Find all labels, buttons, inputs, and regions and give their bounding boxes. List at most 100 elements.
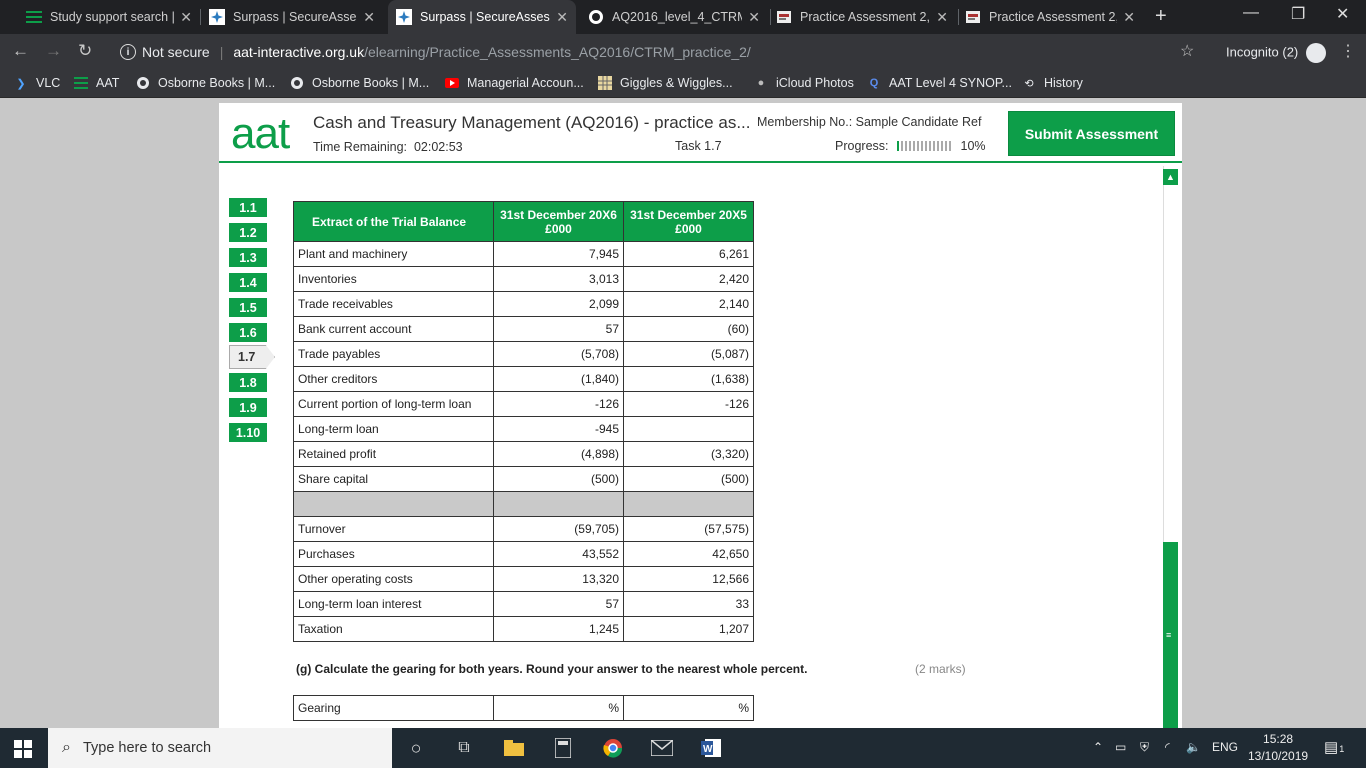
window-close-icon[interactable]: ✕ — [1336, 4, 1349, 24]
close-icon[interactable]: ✕ — [556, 9, 568, 26]
globe-icon — [588, 9, 604, 25]
mail-icon[interactable] — [650, 736, 674, 760]
question-nav-1-4[interactable]: 1.4 — [229, 273, 267, 292]
volume-icon[interactable]: 🔈 — [1186, 740, 1201, 754]
scroll-up-arrow-icon[interactable]: ▲ — [1163, 169, 1178, 185]
row-label: Purchases — [293, 541, 494, 567]
value-20x6: (5,708) — [493, 341, 624, 367]
tray-chevron-icon[interactable]: ⌃ — [1093, 740, 1103, 754]
row-label: Other creditors — [293, 366, 494, 392]
row-label — [293, 491, 494, 517]
menu-kebab-icon[interactable]: ⋮ — [1340, 41, 1356, 61]
table-row: Purchases 43,552 42,650 — [293, 541, 754, 567]
gearing-input-20x5[interactable]: % — [623, 695, 754, 721]
question-nav-1-9[interactable]: 1.9 — [229, 398, 267, 417]
incognito-indicator[interactable]: Incognito (2) — [1226, 43, 1326, 63]
battery-icon[interactable]: ▭ — [1115, 740, 1126, 754]
bookmark-star-icon[interactable]: ☆ — [1180, 41, 1194, 61]
taskbar-search-box[interactable]: ⌕ Type here to search — [48, 728, 392, 768]
question-nav-1-8[interactable]: 1.8 — [229, 373, 267, 392]
close-icon[interactable]: ✕ — [1123, 9, 1135, 26]
cortana-icon[interactable]: ○ — [404, 736, 428, 760]
value-20x5: 6,261 — [623, 241, 754, 267]
bookmarks-bar: ❯ VLC AAT Osborne Books | M... Osborne Bo… — [0, 70, 1366, 98]
bookmark-aat[interactable]: AAT — [74, 76, 119, 90]
value-20x5: 1,207 — [623, 616, 754, 642]
task-view-icon[interactable]: ⧉ — [452, 736, 476, 760]
grid-icon — [598, 76, 612, 90]
row-label: Share capital — [293, 466, 494, 492]
windows-start-icon[interactable] — [14, 740, 32, 763]
value-20x5: 12,566 — [623, 566, 754, 592]
address-bar[interactable]: i Not secure | aat-interactive.org.uk /e… — [108, 38, 1208, 66]
security-warning-icon[interactable]: ⛨ — [1140, 740, 1149, 755]
word-icon[interactable]: W — [699, 736, 723, 760]
gearing-input-20x6[interactable]: % — [493, 695, 624, 721]
assessment-page: aat Cash and Treasury Management (AQ2016… — [219, 103, 1182, 728]
close-icon[interactable]: ✕ — [936, 9, 948, 26]
row-label: Current portion of long-term loan — [293, 391, 494, 417]
table-row: Retained profit (4,898) (3,320) — [293, 441, 754, 467]
gearing-answer-table: Gearing % % — [293, 695, 754, 721]
question-nav-1-7[interactable]: 1.7 — [229, 345, 275, 369]
browser-tab-3-active[interactable]: Surpass | SecureAssess ✕ — [388, 0, 576, 34]
notification-count: 1 — [1339, 744, 1345, 754]
forward-arrow-icon[interactable]: → — [45, 41, 62, 61]
question-nav-1-10[interactable]: 1.10 — [229, 423, 267, 442]
progress-segment — [928, 141, 931, 151]
header-20x6: 31st December 20X6 £000 — [493, 201, 624, 242]
browser-tab-1[interactable]: Study support search | A ✕ — [18, 0, 200, 34]
question-nav-1-3[interactable]: 1.3 — [229, 248, 267, 267]
browser-tab-6[interactable]: Practice Assessment 2, ✕ — [957, 0, 1143, 34]
bookmark-aat-synop[interactable]: Q AAT Level 4 SYNOP... — [867, 76, 1012, 90]
progress-segment — [912, 141, 915, 151]
browser-tab-2[interactable]: Surpass | SecureAssess ✕ — [201, 0, 383, 34]
chrome-icon[interactable] — [601, 736, 625, 760]
close-icon[interactable]: ✕ — [363, 9, 375, 26]
bookmark-history[interactable]: ⟲ History — [1022, 76, 1083, 90]
row-label: Other operating costs — [293, 566, 494, 592]
file-explorer-icon[interactable] — [502, 736, 526, 760]
question-nav-1-2[interactable]: 1.2 — [229, 223, 267, 242]
tab-title: Study support search | A — [50, 10, 175, 24]
incognito-label: Incognito (2) — [1226, 44, 1299, 60]
aat-logo: aat — [231, 109, 290, 158]
bookmark-managerial[interactable]: Managerial Accoun... — [445, 76, 584, 90]
network-icon[interactable]: ◜ — [1165, 740, 1170, 754]
bookmark-vlc[interactable]: ❯ VLC — [14, 76, 60, 90]
table-row: Taxation 1,245 1,207 — [293, 616, 754, 642]
question-nav-1-5[interactable]: 1.5 — [229, 298, 267, 317]
restore-icon[interactable]: ❐ — [1291, 4, 1305, 24]
value-20x5: 33 — [623, 591, 754, 617]
notifications-icon[interactable]: ▤1 — [1324, 738, 1344, 756]
reload-icon[interactable]: ↻ — [78, 41, 92, 61]
bookmark-osborne-1[interactable]: Osborne Books | M... — [136, 76, 275, 90]
language-indicator[interactable]: ENG — [1212, 740, 1238, 754]
info-icon[interactable]: i — [120, 44, 136, 60]
new-tab-plus-icon[interactable]: + — [1155, 5, 1167, 28]
bookmark-icloud[interactable]: ● iCloud Photos — [754, 76, 854, 90]
search-icon: ⌕ — [62, 739, 71, 756]
submit-assessment-button[interactable]: Submit Assessment — [1008, 111, 1175, 156]
timer-value: 02:02:53 — [413, 140, 463, 154]
minimize-icon[interactable]: — — [1243, 4, 1259, 22]
table-row: Trade payables (5,708) (5,087) — [293, 341, 754, 367]
back-arrow-icon[interactable]: ← — [12, 41, 29, 61]
value-20x5: (57,575) — [623, 516, 754, 542]
bookmark-giggles[interactable]: Giggles & Wiggles... — [598, 76, 733, 90]
calculator-icon[interactable] — [551, 736, 575, 760]
browser-tab-5[interactable]: Practice Assessment 2, ✕ — [768, 0, 956, 34]
value-20x5: 2,420 — [623, 266, 754, 292]
bookmark-osborne-2[interactable]: Osborne Books | M... — [290, 76, 429, 90]
progress-segment — [924, 141, 927, 151]
progress-segment — [936, 141, 939, 151]
system-clock[interactable]: 15:28 13/10/2019 — [1248, 731, 1308, 765]
question-nav-1-6[interactable]: 1.6 — [229, 323, 267, 342]
value-20x6: 2,099 — [493, 291, 624, 317]
close-icon[interactable]: ✕ — [180, 9, 192, 26]
close-icon[interactable]: ✕ — [748, 9, 760, 26]
browser-tab-4[interactable]: AQ2016_level_4_CTRM_ ✕ — [580, 0, 768, 34]
value-20x5 — [623, 416, 754, 442]
question-nav-1-1[interactable]: 1.1 — [229, 198, 267, 217]
progress-segment — [904, 141, 907, 151]
